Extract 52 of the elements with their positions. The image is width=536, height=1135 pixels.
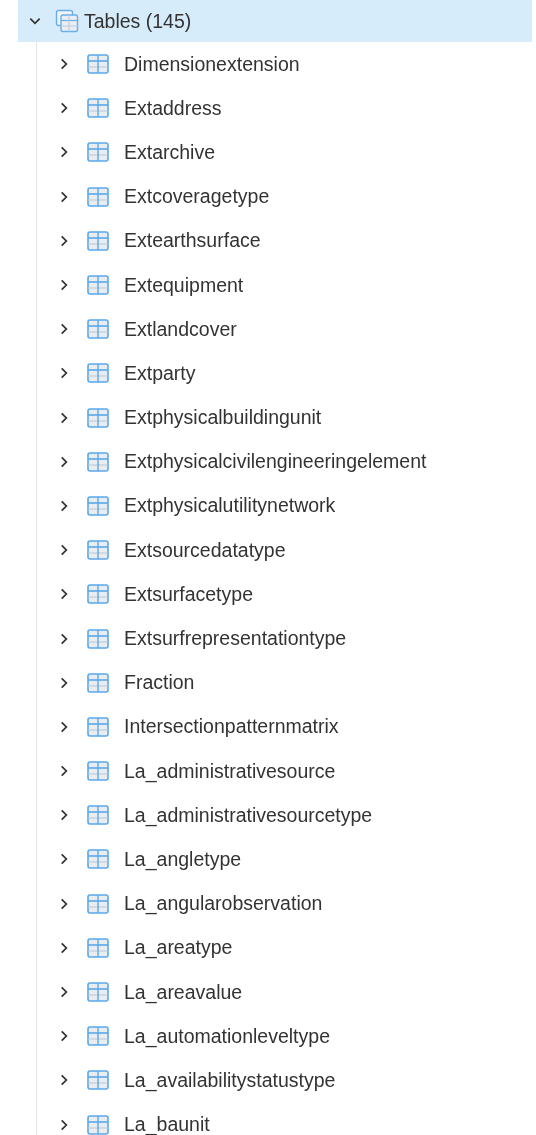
table-name[interactable]: La_areavalue [124,980,243,1004]
table-name[interactable]: Extparty [124,361,196,385]
table-name[interactable]: La_administrativesource [124,759,336,783]
table-icon [87,98,109,119]
table-icon [87,1026,109,1047]
table-icon [87,1070,109,1091]
table-icon [87,584,109,605]
table-icon [87,628,109,649]
table-name[interactable]: Extcoveragetype [124,185,270,209]
table-name[interactable]: Extlandcover [124,317,237,341]
table-name[interactable]: Extaddress [124,96,222,120]
table-name[interactable]: Extsurfrepresentationtype [124,627,347,651]
table-icon [87,1114,109,1135]
table-name[interactable]: La_availabilitystatustype [124,1068,336,1092]
table-name[interactable]: Extearthsurface [124,229,261,253]
tree-node[interactable]: Tables (145) [18,0,532,42]
table-icon [87,849,109,870]
table-icon [87,495,109,516]
table-name[interactable]: Extphysicalcivilengineeringelement [124,450,427,474]
table-icon [87,672,109,693]
table-icon [87,805,109,826]
table-name[interactable]: Intersectionpatternmatrix [124,715,339,739]
table-name[interactable]: La_automationleveltype [124,1024,330,1048]
table-icon [87,451,109,472]
table-name[interactable]: La_angletype [124,847,242,871]
table-icon [87,407,109,428]
tables-icon [55,9,79,33]
table-icon [87,893,109,914]
table-icon [87,761,109,782]
table-icon [87,716,109,737]
table-icon [87,363,109,384]
table-icon [87,230,109,251]
table-name[interactable]: La_administrativesourcetype [124,803,373,827]
table-icon [87,540,109,561]
table-name[interactable]: Extsurfacetype [124,582,253,606]
table-icon [87,186,109,207]
table-name[interactable]: La_angularobservation [124,892,323,916]
table-name[interactable]: La_baunit [124,1113,210,1135]
table-name[interactable]: Extequipment [124,273,244,297]
table-name[interactable]: La_areatype [124,936,233,960]
table-icon [87,982,109,1003]
table-icon [87,937,109,958]
table-name[interactable]: Fraction [124,671,195,695]
table-name[interactable]: Extphysicalbuildingunit [124,406,322,430]
table-icon [87,275,109,296]
table-name[interactable]: Extsourcedatatype [124,538,286,562]
table-name[interactable]: Dimensionextension [124,52,300,76]
table-name[interactable]: Extarchive [124,140,216,164]
table-icon [87,142,109,163]
table-icon [87,54,109,75]
table-icon [87,319,109,340]
table-name[interactable]: Extphysicalutilitynetwork [124,494,336,518]
